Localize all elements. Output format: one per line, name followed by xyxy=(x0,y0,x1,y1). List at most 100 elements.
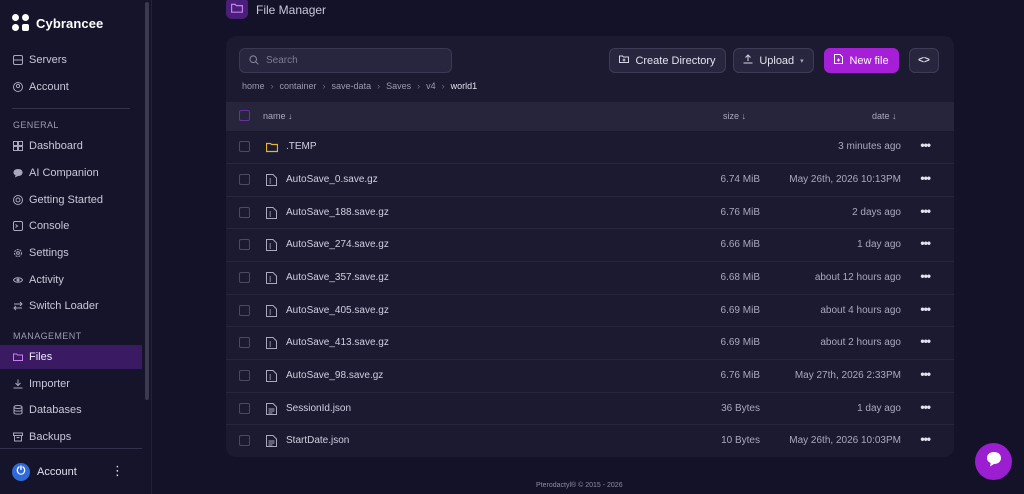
sidebar-item-label: Files xyxy=(29,351,53,363)
more-options-icon[interactable]: ••• xyxy=(920,269,931,283)
select-all-checkbox[interactable] xyxy=(239,110,250,121)
row-checkbox[interactable] xyxy=(239,403,250,414)
row-checkbox[interactable] xyxy=(239,370,250,381)
page-title: File Manager xyxy=(256,3,327,17)
table-row[interactable]: AutoSave_405.save.gz 6.69 MiB about 4 ho… xyxy=(226,294,954,327)
file-name[interactable]: .TEMP xyxy=(286,141,317,152)
file-date: about 2 hours ago xyxy=(820,337,901,348)
breadcrumb-item-saves[interactable]: Saves xyxy=(386,81,411,91)
column-header-name[interactable]: name ↓ xyxy=(263,111,293,121)
file-archive-icon xyxy=(266,370,278,382)
file-archive-icon xyxy=(266,174,278,186)
section-label-management: MANAGEMENT xyxy=(13,331,82,341)
file-name[interactable]: AutoSave_405.save.gz xyxy=(286,305,389,316)
chevron-right-icon: › xyxy=(270,81,274,91)
file-size: 6.74 MiB xyxy=(720,174,760,185)
row-checkbox[interactable] xyxy=(239,174,250,185)
sidebar-item-servers[interactable]: Servers xyxy=(0,48,142,72)
row-checkbox[interactable] xyxy=(239,207,250,218)
table-row[interactable]: .TEMP 3 minutes ago ••• xyxy=(226,130,954,163)
file-name[interactable]: StartDate.json xyxy=(286,435,349,446)
archive-icon xyxy=(13,432,23,442)
sidebar-item-account[interactable]: Account xyxy=(0,75,142,99)
search-input[interactable] xyxy=(266,55,436,66)
more-options-icon[interactable]: ••• xyxy=(920,204,931,218)
sidebar-item-files[interactable]: Files xyxy=(0,345,142,369)
file-name[interactable]: AutoSave_413.save.gz xyxy=(286,337,389,348)
row-checkbox[interactable] xyxy=(239,141,250,152)
sidebar-item-label: Getting Started xyxy=(29,194,103,206)
column-header-size[interactable]: size ↓ xyxy=(723,111,746,121)
upload-icon xyxy=(743,54,753,67)
sidebar-item-label: Settings xyxy=(29,247,69,259)
breadcrumb-item-v4[interactable]: v4 xyxy=(426,81,436,91)
table-row[interactable]: AutoSave_413.save.gz 6.69 MiB about 2 ho… xyxy=(226,326,954,359)
sidebar-item-label: Importer xyxy=(29,378,70,390)
file-name[interactable]: AutoSave_98.save.gz xyxy=(286,370,383,381)
sidebar-item-switch-loader[interactable]: Switch Loader xyxy=(0,294,142,318)
file-name[interactable]: SessionId.json xyxy=(286,403,351,414)
row-checkbox[interactable] xyxy=(239,435,250,446)
sidebar-item-console[interactable]: Console xyxy=(0,214,142,238)
table-header: name ↓ size ↓ date ↓ xyxy=(226,102,954,130)
breadcrumb-item-container[interactable]: container xyxy=(280,81,317,91)
account-menu[interactable]: ⏻ Account ⋮ xyxy=(0,448,142,494)
file-name[interactable]: AutoSave_188.save.gz xyxy=(286,207,389,218)
more-options-icon[interactable]: ••• xyxy=(920,236,931,250)
chat-icon xyxy=(13,168,23,178)
page-header: File Manager xyxy=(226,0,326,20)
create-directory-button[interactable]: Create Directory xyxy=(609,48,726,73)
more-options-icon[interactable]: ••• xyxy=(920,432,931,446)
row-checkbox[interactable] xyxy=(239,337,250,348)
section-label-general: GENERAL xyxy=(13,120,59,130)
more-options-icon[interactable]: ••• xyxy=(920,334,931,348)
row-checkbox[interactable] xyxy=(239,305,250,316)
sidebar-item-label: Activity xyxy=(29,274,64,286)
sidebar-item-dashboard[interactable]: Dashboard xyxy=(0,134,142,158)
upload-button[interactable]: Upload ▾ xyxy=(733,48,814,73)
sidebar-item-getting-started[interactable]: Getting Started xyxy=(0,188,142,212)
table-row[interactable]: AutoSave_188.save.gz 6.76 MiB 2 days ago… xyxy=(226,196,954,229)
file-archive-icon xyxy=(266,337,278,349)
more-options-icon[interactable]: ••• xyxy=(920,400,931,414)
sidebar-item-importer[interactable]: Importer xyxy=(0,372,142,396)
breadcrumb: home › container › save-data › Saves › v… xyxy=(242,80,477,92)
more-options-icon[interactable]: ••• xyxy=(920,367,931,381)
breadcrumb-item-home[interactable]: home xyxy=(242,81,265,91)
sidebar-scrollbar[interactable] xyxy=(145,2,149,400)
more-options-icon[interactable]: ••• xyxy=(920,138,931,152)
chat-widget-button[interactable] xyxy=(975,443,1012,480)
sidebar-item-label: Console xyxy=(29,220,70,232)
footer-copyright[interactable]: Pterodactyl® © 2015 - 2026 xyxy=(536,482,623,489)
search-box[interactable] xyxy=(239,48,452,73)
table-row[interactable]: AutoSave_357.save.gz 6.68 MiB about 12 h… xyxy=(226,261,954,294)
code-icon: <> xyxy=(918,55,930,66)
code-view-button[interactable]: <> xyxy=(909,48,939,73)
file-date: about 4 hours ago xyxy=(820,305,901,316)
row-checkbox[interactable] xyxy=(239,239,250,250)
sidebar-item-settings[interactable]: Settings xyxy=(0,241,142,265)
sidebar-item-databases[interactable]: Databases xyxy=(0,398,142,422)
new-file-button[interactable]: New file xyxy=(824,48,899,73)
brand[interactable]: Cybrancee xyxy=(12,13,103,33)
file-name[interactable]: AutoSave_357.save.gz xyxy=(286,272,389,283)
table-row[interactable]: AutoSave_98.save.gz 6.76 MiB May 27th, 2… xyxy=(226,359,954,392)
table-row[interactable]: AutoSave_274.save.gz 6.66 MiB 1 day ago … xyxy=(226,228,954,261)
sidebar-item-activity[interactable]: Activity xyxy=(0,268,142,292)
chevron-right-icon: › xyxy=(441,81,445,91)
table-row[interactable]: AutoSave_0.save.gz 6.74 MiB May 26th, 20… xyxy=(226,163,954,196)
row-checkbox[interactable] xyxy=(239,272,250,283)
file-name[interactable]: AutoSave_274.save.gz xyxy=(286,239,389,250)
more-options-icon[interactable]: ••• xyxy=(920,171,931,185)
dashboard-icon xyxy=(13,141,23,151)
kebab-menu-icon[interactable]: ⋮ xyxy=(111,463,124,479)
breadcrumb-item-save-data[interactable]: save-data xyxy=(332,81,372,91)
table-row[interactable]: StartDate.json 10 Bytes May 26th, 2026 1… xyxy=(226,424,954,457)
new-file-label: New file xyxy=(849,54,889,67)
sidebar-item-backups[interactable]: Backups xyxy=(0,425,142,449)
file-name[interactable]: AutoSave_0.save.gz xyxy=(286,174,378,185)
more-options-icon[interactable]: ••• xyxy=(920,302,931,316)
table-row[interactable]: SessionId.json 36 Bytes 1 day ago ••• xyxy=(226,392,954,425)
sidebar-item-ai-companion[interactable]: AI Companion xyxy=(0,161,142,185)
column-header-date[interactable]: date ↓ xyxy=(872,111,897,121)
